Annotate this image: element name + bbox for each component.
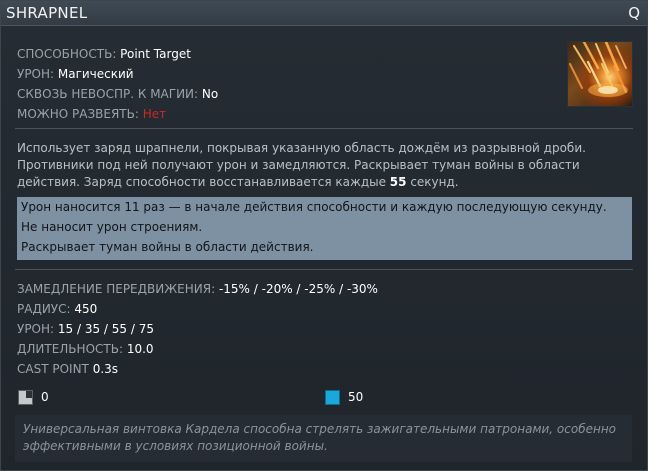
value-movement-slow: ЗАМЕДЛЕНИЕ ПЕРЕДВИЖЕНИЯ: -15% / -20% / -… — [17, 282, 378, 296]
value-cast-point: CAST POINT 0.3s — [17, 362, 119, 376]
property-damage-type: УРОН: Магический — [17, 67, 134, 81]
ability-tooltip: SHRAPNEL Q СПОСОБНОСТЬ: Point Target УРО… — [0, 0, 648, 471]
ability-properties: СПОСОБНОСТЬ: Point Target УРОН: Магическ… — [17, 44, 218, 124]
ability-notes: Урон наносится 11 раз — в начале действи… — [17, 197, 632, 260]
note-line: Урон наносится 11 раз — в начале действи… — [21, 200, 607, 214]
cooldown-cost: 0 — [18, 388, 49, 406]
mana-icon — [325, 389, 340, 405]
tooltip-header: SHRAPNEL Q — [1, 1, 647, 26]
ability-name: SHRAPNEL — [6, 4, 88, 22]
note-line: Не наносит урон строениям. — [21, 220, 203, 234]
ability-lore: Универсальная винтовка Кардела способна … — [15, 415, 632, 462]
property-dispellable: МОЖНО РАЗВЕЯТЬ: Нет — [17, 107, 167, 121]
mana-cost: 50 — [325, 388, 363, 406]
shrapnel-ability-icon — [567, 41, 633, 107]
cooldown-value: 0 — [41, 390, 49, 404]
value-duration: ДЛИТЕЛЬНОСТЬ: 10.0 — [17, 342, 154, 356]
property-behavior: СПОСОБНОСТЬ: Point Target — [17, 47, 191, 61]
value-radius: РАДИУС: 450 — [17, 302, 98, 316]
ability-hotkey: Q — [628, 4, 640, 22]
shrapnel-rain-art — [569, 42, 628, 97]
note-line: Раскрывает туман войны в области действи… — [21, 240, 314, 254]
charge-restore-time: 55 — [389, 175, 407, 189]
divider — [15, 269, 633, 270]
divider — [15, 128, 633, 129]
mana-value: 50 — [348, 390, 364, 404]
tooltip-body: СПОСОБНОСТЬ: Point Target УРОН: Магическ… — [1, 26, 647, 470]
ability-values: ЗАМЕДЛЕНИЕ ПЕРЕДВИЖЕНИЯ: -15% / -20% / -… — [17, 279, 378, 379]
property-pierces-immunity: СКВОЗЬ НЕВОСПР. К МАГИИ: No — [17, 87, 219, 101]
cooldown-icon — [18, 389, 33, 405]
ability-description: Использует заряд шрапнели, покрывая указ… — [17, 141, 586, 189]
value-damage: УРОН: 15 / 35 / 55 / 75 — [17, 322, 154, 336]
